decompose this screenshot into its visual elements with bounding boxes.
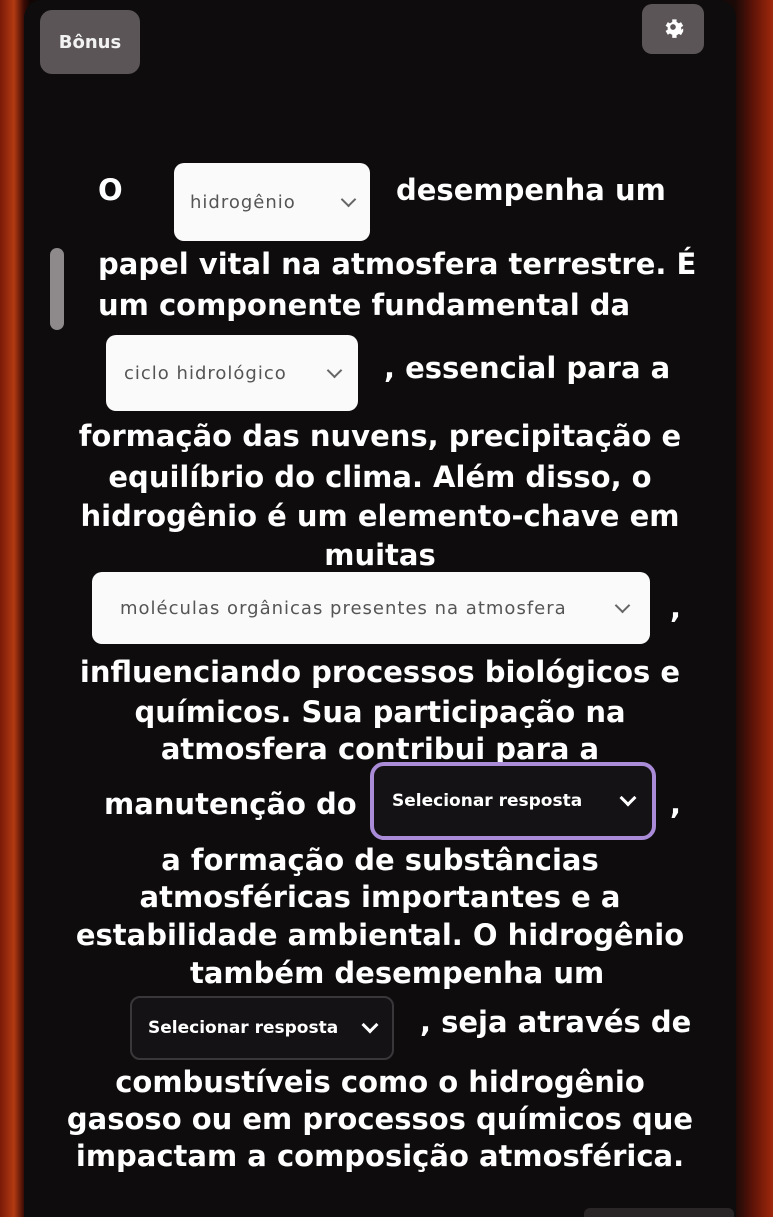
sentence-text: muitas [324,538,436,572]
sentence-text: hidrogênio é um elemento-chave em [80,499,680,533]
sentence-text: , [670,787,682,821]
answer-dropdown-2[interactable]: ciclo hidrológico [106,335,358,411]
sentence-text: combustíveis como o hidrogênio [115,1065,645,1099]
dropdown-value: Selecionar resposta [392,791,583,811]
answer-dropdown-5[interactable]: Selecionar resposta [130,996,394,1060]
sentence-text: manutenção do [104,787,357,821]
dropdown-value: Selecionar resposta [148,1018,339,1038]
dropdown-value: hidrogênio [190,191,296,213]
sentence-text: químicos. Sua participação na [134,695,626,729]
settings-button[interactable] [642,4,704,54]
sentence-text: um componente fundamental da [98,288,631,322]
dropdown-value: moléculas orgânicas presentes na atmosfe… [120,597,567,619]
answer-dropdown-3[interactable]: moléculas orgânicas presentes na atmosfe… [92,572,650,644]
sentence-text: gasoso ou em processos químicos que [66,1102,694,1136]
sentence-text: desempenha um [396,173,666,207]
sentence-text: a formação de substâncias [161,843,599,877]
sentence-text: estabilidade ambiental. O hidrogênio [75,918,685,952]
sentence-text: O [98,173,123,207]
chevron-down-icon [361,1016,379,1034]
bottom-bar [584,1208,734,1217]
scrollbar[interactable] [50,248,64,330]
sentence-text: também desempenha um [190,956,605,990]
chevron-down-icon [340,191,357,207]
gear-icon [660,14,686,44]
sentence-text: atmosféricas importantes e a [139,880,621,914]
sentence-text: papel vital na atmosfera terrestre. É [98,247,697,281]
chevron-down-icon [614,597,631,613]
sentence-text: formação das nuvens, precipitação e [78,419,682,453]
bonus-label: Bônus [58,31,122,53]
dropdown-value: ciclo hidrológico [124,362,287,384]
sentence-text: equilíbrio do clima. Além disso, o [108,460,652,494]
sentence-text: , essencial para a [384,351,671,385]
bonus-button[interactable]: Bônus [40,10,140,74]
answer-dropdown-4[interactable]: Selecionar resposta [370,762,656,840]
sentence-text: , [670,591,682,625]
chevron-down-icon [619,789,637,807]
sentence-text: influenciando processos biológicos e [79,655,681,689]
sentence-text: , seja através de [420,1005,692,1039]
chevron-down-icon [326,362,343,378]
quiz-screen: Bônus O hidrogênio desempenha um papel v… [24,0,736,1217]
answer-dropdown-1[interactable]: hidrogênio [174,163,370,241]
sentence-text: impactam a composição atmosférica. [75,1139,685,1173]
